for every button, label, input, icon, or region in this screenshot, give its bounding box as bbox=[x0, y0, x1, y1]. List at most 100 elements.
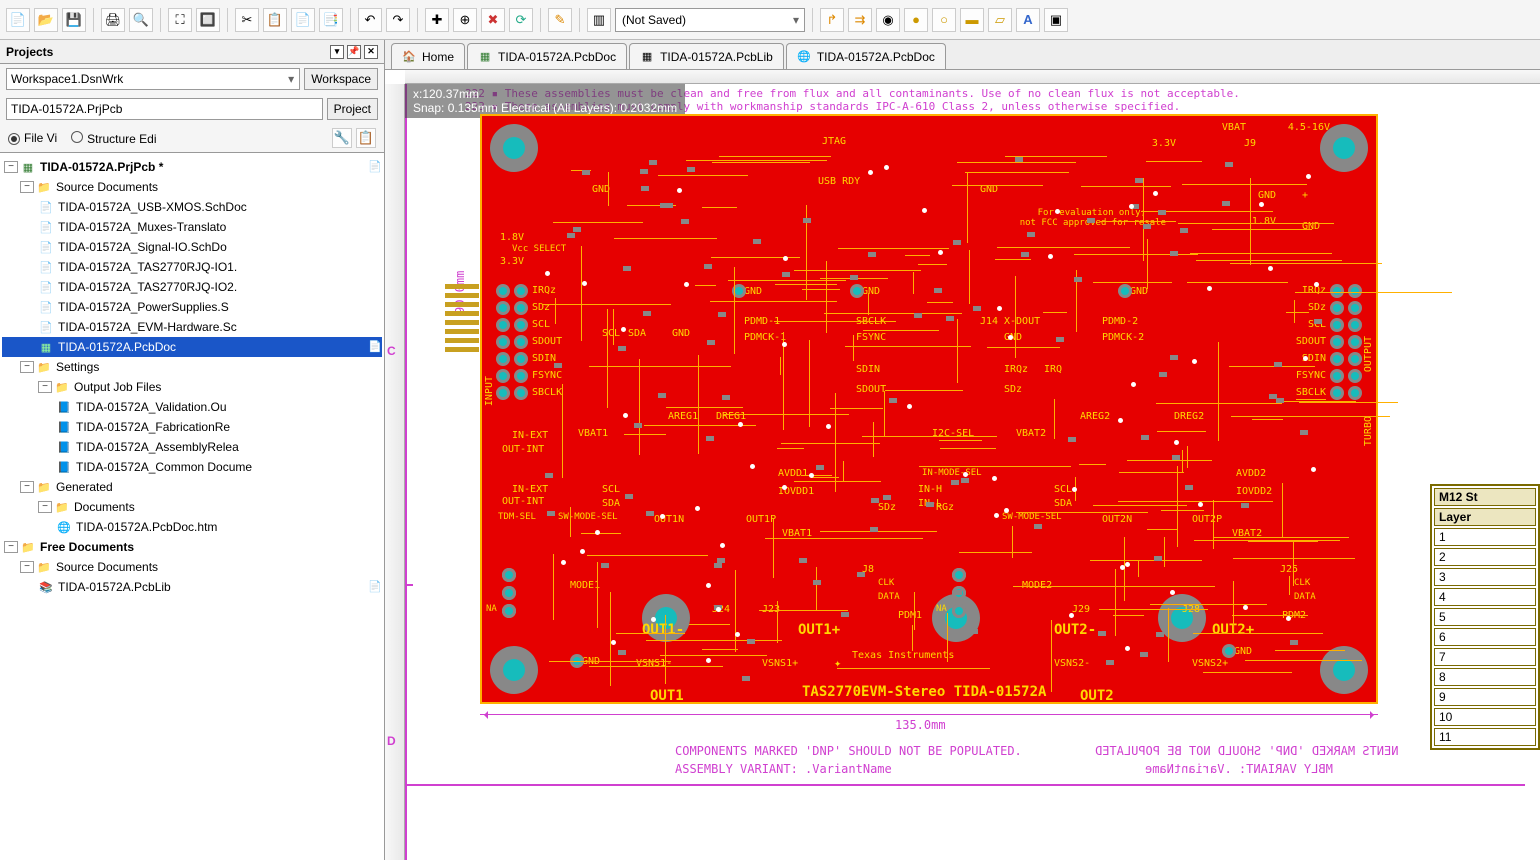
redo-button[interactable]: ↷ bbox=[386, 8, 410, 32]
refresh-button[interactable]: ⟳ bbox=[509, 8, 533, 32]
cut-button[interactable]: ✂ bbox=[235, 8, 259, 32]
text-button[interactable]: A bbox=[1016, 8, 1040, 32]
print-button[interactable]: 🖨 bbox=[101, 8, 125, 32]
footer-dnp-mirror: NENTS MARKED 'DNP' SHOULD NOT BE POPULAT… bbox=[1095, 744, 1398, 758]
via-button[interactable]: ◉ bbox=[876, 8, 900, 32]
tree-free-src-folder[interactable]: −📁 Source Documents bbox=[2, 557, 382, 577]
undo-button[interactable]: ↶ bbox=[358, 8, 382, 32]
tree-tool2-button[interactable]: 📋 bbox=[356, 128, 376, 148]
open-button[interactable]: 📂 bbox=[34, 8, 58, 32]
tree-settings-folder[interactable]: −📁 Settings bbox=[2, 357, 382, 377]
silk-inext2: IN-EXT bbox=[512, 484, 548, 495]
tree-generated-folder[interactable]: −📁 Generated bbox=[2, 477, 382, 497]
tree-pcbdoc-selected[interactable]: ▦ TIDA-01572A.PcbDoc 📄 bbox=[2, 337, 382, 357]
tree-item-label: TIDA-01572A_AssemblyRelea bbox=[76, 440, 382, 454]
tree-schdoc-item[interactable]: 📄TIDA-01572A_EVM-Hardware.Sc bbox=[2, 317, 382, 337]
rubber-stamp-button[interactable]: 📑 bbox=[319, 8, 343, 32]
silk-xdout: X-DOUT bbox=[1004, 316, 1040, 327]
tree-outjob-item[interactable]: 📘TIDA-01572A_Common Docume bbox=[2, 457, 382, 477]
html-doc-icon: 🌐 bbox=[56, 520, 72, 534]
pcb-doc-icon: ▦ bbox=[38, 340, 54, 354]
silk-sda-l: SDA bbox=[602, 498, 620, 509]
legend-row: 6 bbox=[1434, 628, 1536, 646]
silk-sdin-l: SDIN bbox=[532, 353, 556, 364]
silk-j9: J9 bbox=[1244, 138, 1256, 149]
panel-pin-icon[interactable]: 📌 bbox=[347, 45, 361, 59]
tree-outjob-item[interactable]: 📘TIDA-01572A_FabricationRe bbox=[2, 417, 382, 437]
grid-button[interactable]: ✚ bbox=[425, 8, 449, 32]
tree-pcblib-item[interactable]: 📚 TIDA-01572A.PcbLib 📄 bbox=[2, 577, 382, 597]
snap-button[interactable]: ⊕ bbox=[453, 8, 477, 32]
tree-outjob-item[interactable]: 📘TIDA-01572A_Validation.Ou bbox=[2, 397, 382, 417]
tab-htm[interactable]: 🌐TIDA-01572A.PcbDoc bbox=[786, 43, 946, 69]
silk-vbat2-a: VBAT2 bbox=[1016, 428, 1046, 439]
cursor-snap: Snap: 0.135mm Electrical (All Layers): 0… bbox=[413, 101, 677, 115]
tree-tool1-button[interactable]: 🔧 bbox=[332, 128, 352, 148]
highlight-button[interactable]: ✎ bbox=[548, 8, 572, 32]
workspace-button[interactable]: Workspace bbox=[304, 68, 378, 90]
silk-fsync-r: FSYNC bbox=[1296, 370, 1326, 381]
tree-outjob-folder[interactable]: −📁 Output Job Files bbox=[2, 377, 382, 397]
project-button[interactable]: Project bbox=[327, 98, 378, 120]
sch-doc-icon: 📄 bbox=[38, 300, 54, 314]
legend-row: 2 bbox=[1434, 548, 1536, 566]
tab-pcbdoc[interactable]: ▦TIDA-01572A.PcbDoc bbox=[467, 43, 627, 69]
mount-hole-tl bbox=[490, 124, 538, 172]
preview-button[interactable]: 🔍 bbox=[129, 8, 153, 32]
tree-source-folder[interactable]: −📁 Source Documents bbox=[2, 177, 382, 197]
save-button[interactable]: 💾 bbox=[62, 8, 86, 32]
tree-gendocs-folder[interactable]: −📁 Documents bbox=[2, 497, 382, 517]
copy-button[interactable]: 📋 bbox=[263, 8, 287, 32]
panel-close-icon[interactable]: ✕ bbox=[364, 45, 378, 59]
hole-button[interactable]: ○ bbox=[932, 8, 956, 32]
component-button[interactable]: ▣ bbox=[1044, 8, 1068, 32]
ruler-vertical[interactable]: C D bbox=[385, 84, 405, 860]
tree-free-folder[interactable]: −📁 Free Documents bbox=[2, 537, 382, 557]
tree-schdoc-item[interactable]: 📄TIDA-01572A_USB-XMOS.SchDoc bbox=[2, 197, 382, 217]
savestate-dropdown[interactable]: (Not Saved) bbox=[615, 8, 805, 32]
tree-source-label: Source Documents bbox=[56, 180, 382, 194]
silk-sda-r: SDA bbox=[1054, 498, 1072, 509]
ruler-horizontal[interactable] bbox=[405, 70, 1540, 84]
tree-schdoc-item[interactable]: 📄TIDA-01572A_Muxes-Translato bbox=[2, 217, 382, 237]
legend-row: 5 bbox=[1434, 608, 1536, 626]
tree-item-label: TIDA-01572A_Signal-IO.SchDo bbox=[58, 240, 382, 254]
silk-data2: DATA bbox=[1294, 592, 1316, 602]
file-view-label: File Vi bbox=[24, 131, 57, 145]
cancel-button[interactable]: ✖ bbox=[481, 8, 505, 32]
silk-inmode: IN-MODE-SEL bbox=[922, 468, 982, 478]
project-field[interactable]: TIDA-01572A.PrjPcb bbox=[6, 98, 323, 120]
sch-doc-icon: 📄 bbox=[38, 280, 54, 294]
tree-project-root[interactable]: −▦ TIDA-01572A.PrjPcb * 📄 bbox=[2, 157, 382, 177]
workspace-dropdown[interactable]: Workspace1.DsnWrk bbox=[6, 68, 300, 90]
tree-gendoc-item[interactable]: 🌐 TIDA-01572A.PcbDoc.htm bbox=[2, 517, 382, 537]
zoom-area-button[interactable]: 🔲 bbox=[196, 8, 220, 32]
pad-button[interactable]: ● bbox=[904, 8, 928, 32]
tree-schdoc-item[interactable]: 📄TIDA-01572A_TAS2770RJQ-IO2. bbox=[2, 277, 382, 297]
structure-view-radio[interactable]: Structure Edi bbox=[71, 131, 156, 146]
tree-schdoc-item[interactable]: 📄TIDA-01572A_PowerSupplies.S bbox=[2, 297, 382, 317]
fill-button[interactable]: ▬ bbox=[960, 8, 984, 32]
layer-button[interactable]: ▥ bbox=[587, 8, 611, 32]
file-view-radio[interactable]: File Vi bbox=[8, 131, 57, 145]
tree-outjob-item[interactable]: 📘TIDA-01572A_AssemblyRelea bbox=[2, 437, 382, 457]
sch-doc-icon: 📄 bbox=[38, 320, 54, 334]
panel-menu-icon[interactable]: ▾ bbox=[330, 45, 344, 59]
route-button[interactable]: ↱ bbox=[820, 8, 844, 32]
sch-doc-icon: 📄 bbox=[38, 220, 54, 234]
tree-schdoc-item[interactable]: 📄TIDA-01572A_Signal-IO.SchDo bbox=[2, 237, 382, 257]
tab-pcblib[interactable]: ▦TIDA-01572A.PcbLib bbox=[629, 43, 784, 69]
silk-18v: 1.8V bbox=[500, 232, 524, 243]
new-doc-button[interactable]: 📄 bbox=[6, 8, 30, 32]
poly-button[interactable]: ▱ bbox=[988, 8, 1012, 32]
zoom-fit-button[interactable]: ⛶ bbox=[168, 8, 192, 32]
silk-vsns2+: VSNS2+ bbox=[1192, 658, 1228, 669]
silk-inext: IN-EXT bbox=[512, 430, 548, 441]
tree-schdoc-item[interactable]: 📄TIDA-01572A_TAS2770RJQ-IO1. bbox=[2, 257, 382, 277]
pcb-canvas[interactable]: 222 ▪ These assemblies must be clean and… bbox=[405, 84, 1540, 860]
silk-j29: J29 bbox=[1072, 604, 1090, 615]
route-diff-button[interactable]: ⇉ bbox=[848, 8, 872, 32]
legend-col: Layer bbox=[1434, 508, 1536, 526]
tab-home[interactable]: 🏠Home bbox=[391, 43, 465, 69]
paste-button[interactable]: 📄 bbox=[291, 8, 315, 32]
